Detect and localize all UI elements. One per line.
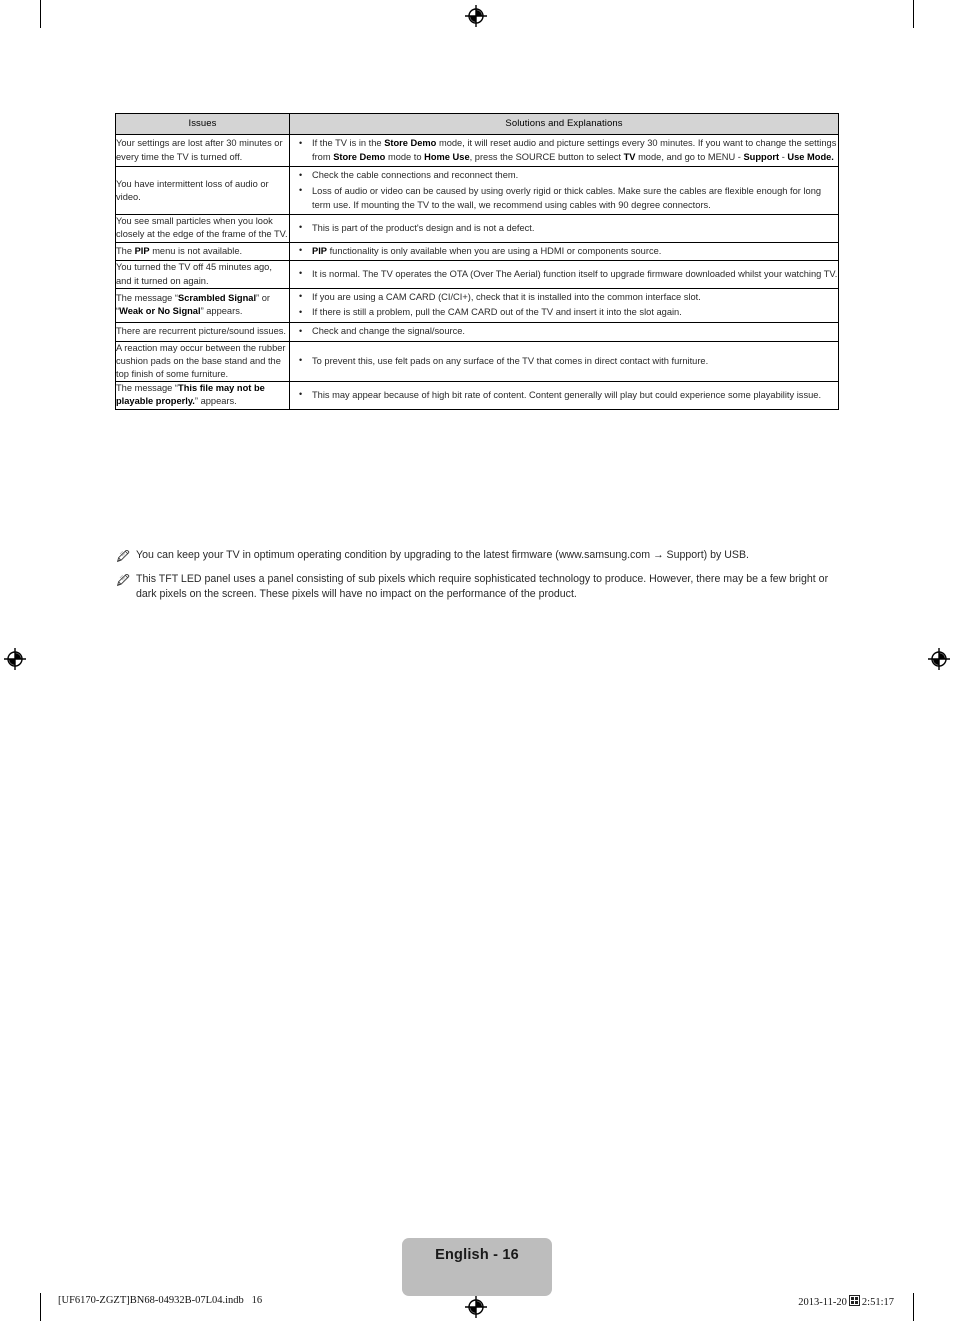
print-job-filename: [UF6170-ZGZT]BN68-04932B-07L04.indb 16 [58,1295,263,1306]
crop-mark-top-left [40,0,41,28]
solution-cell: This may appear because of high bit rate… [289,381,839,410]
solution-cell: Check the cable connections and reconnec… [289,166,839,216]
solution-bullet-list: If you are using a CAM CARD (CI/CI+), ch… [290,290,838,320]
issue-cell: Your settings are lost after 30 minutes … [115,133,290,168]
solution-bullet-list: To prevent this, use felt pads on any su… [290,354,838,369]
issue-cell: There are recurrent picture/sound issues… [115,322,290,342]
solution-cell: This is part of the product's design and… [289,214,839,243]
solution-bullet-item: To prevent this, use felt pads on any su… [290,354,838,369]
table-row: You have intermittent loss of audio or v… [115,166,839,216]
issue-cell: A reaction may occur between the rubber … [115,340,290,383]
crop-mark-bottom-right [913,1293,914,1321]
troubleshooting-table-container: Issues Solutions and Explanations Your s… [115,113,839,410]
solution-cell: To prevent this, use felt pads on any su… [289,340,839,383]
table-row: There are recurrent picture/sound issues… [115,322,839,342]
registration-mark-right [928,648,950,670]
table-header-row: Issues Solutions and Explanations [115,113,839,135]
issue-cell: You have intermittent loss of audio or v… [115,166,290,216]
troubleshooting-table: Issues Solutions and Explanations Your s… [115,113,839,410]
solution-bullet-item: PIP functionality is only available when… [290,244,838,259]
solution-bullet-item: If you are using a CAM CARD (CI/CI+), ch… [290,290,838,305]
print-timestamp: 2013-11-20 2:51:17 [798,1295,894,1308]
solution-cell: PIP functionality is only available when… [289,241,839,262]
solution-bullet-list: This may appear because of high bit rate… [290,388,838,403]
page-number-badge: English - 16 [402,1238,552,1296]
solution-bullet-item: Loss of audio or video can be caused by … [290,184,838,212]
solution-bullet-item: Check and change the signal/source. [290,325,838,339]
column-header-issues: Issues [115,113,290,135]
solution-bullet-item: If the TV is in the Store Demo mode, it … [290,136,838,164]
print-time: 2:51:17 [861,1297,894,1308]
issue-cell: The message “Scrambled Signal” or “Weak … [115,287,290,324]
issue-cell: You turned the TV off 45 minutes ago, an… [115,260,290,289]
solution-bullet-item: This is part of the product's design and… [290,221,838,236]
note-pencil-icon [115,548,134,563]
registration-mark-top [465,5,487,27]
solution-bullet-item: It is normal. The TV operates the OTA (O… [290,267,838,282]
note-row: You can keep your TV in optimum operatin… [115,548,841,563]
solution-bullet-list: It is normal. The TV operates the OTA (O… [290,267,838,282]
note-row: This TFT LED panel uses a panel consisti… [115,572,841,602]
table-row: Your settings are lost after 30 minutes … [115,133,839,168]
crop-mark-bottom-left [40,1293,41,1321]
solution-cell: Check and change the signal/source. [289,322,839,342]
issue-cell: The message “This file may not be playab… [115,381,290,410]
note-pencil-icon [115,572,134,587]
issue-cell: The PIP menu is not available. [115,241,290,262]
note-text: You can keep your TV in optimum operatin… [136,549,749,561]
solution-cell: If the TV is in the Store Demo mode, it … [289,133,839,168]
solution-bullet-list: Check the cable connections and reconnec… [290,169,838,212]
table-row: A reaction may occur between the rubber … [115,340,839,383]
solution-bullet-item: If there is still a problem, pull the CA… [290,306,838,320]
solution-bullet-list: Check and change the signal/source. [290,325,838,339]
print-date: 2013-11-20 [798,1297,847,1308]
solution-bullet-list: PIP functionality is only available when… [290,244,838,259]
table-row: You see small particles when you look cl… [115,214,839,243]
table-body: Your settings are lost after 30 minutes … [115,133,839,410]
solution-bullet-item: Check the cable connections and reconnec… [290,169,838,183]
missing-glyph-icon [848,1295,860,1306]
notes-section: You can keep your TV in optimum operatin… [115,548,841,611]
solution-bullet-item: This may appear because of high bit rate… [290,388,838,403]
issue-cell: You see small particles when you look cl… [115,214,290,243]
solution-bullet-list: This is part of the product's design and… [290,221,838,236]
column-header-solutions: Solutions and Explanations [289,113,839,135]
registration-mark-left [4,648,26,670]
table-row: The message “Scrambled Signal” or “Weak … [115,287,839,324]
table-row: The PIP menu is not available.PIP functi… [115,241,839,262]
solution-cell: It is normal. The TV operates the OTA (O… [289,260,839,289]
page-number-label: English - 16 [435,1247,519,1263]
table-row: The message “This file may not be playab… [115,381,839,410]
solution-bullet-list: If the TV is in the Store Demo mode, it … [290,136,838,164]
solution-cell: If you are using a CAM CARD (CI/CI+), ch… [289,287,839,324]
crop-mark-top-right [913,0,914,28]
table-row: You turned the TV off 45 minutes ago, an… [115,260,839,289]
note-text: This TFT LED panel uses a panel consisti… [136,573,829,600]
registration-mark-bottom [465,1296,487,1318]
